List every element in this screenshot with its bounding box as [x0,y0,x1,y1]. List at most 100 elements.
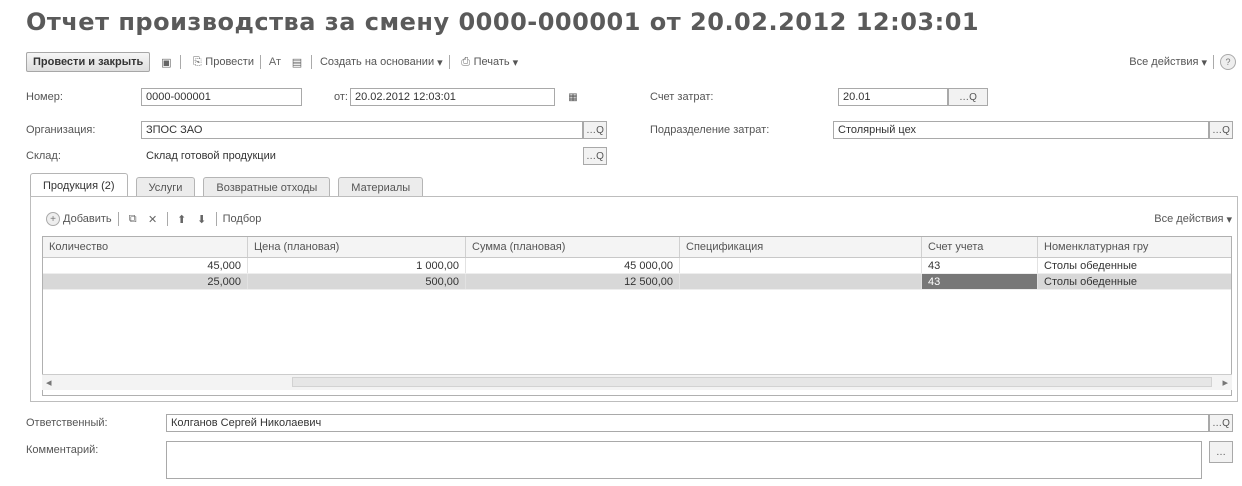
cell-price[interactable]: 1 000,00 [248,258,466,273]
page-title: Отчет производства за смену 0000-000001 … [26,8,980,36]
scroll-left-icon[interactable]: ◂ [46,376,52,389]
delete-icon[interactable]: ✕ [145,212,161,226]
column-header-quantity[interactable]: Количество [43,237,248,257]
dropdown-arrow-icon: ▾ [512,56,519,69]
add-label: Добавить [63,213,112,225]
print-label: Печать [473,56,510,68]
calendar-icon[interactable]: ▦ [562,88,584,106]
warehouse-select-button[interactable]: …Q [583,147,607,165]
cell-item-group[interactable]: Столы обеденные [1038,274,1231,289]
cost-account-label: Счет затрат: [650,91,714,103]
responsible-field[interactable]: Колганов Сергей Николаевич [166,414,1209,432]
cell-account[interactable]: 43 [922,258,1038,273]
organization-label: Организация: [26,124,96,136]
tab-materials[interactable]: Материалы [338,177,424,197]
add-button[interactable]: + Добавить [46,212,112,226]
cost-division-select-button[interactable]: …Q [1209,121,1233,139]
help-icon[interactable]: ? [1220,54,1236,70]
column-header-account[interactable]: Счет учета [922,237,1038,257]
responsible-select-button[interactable]: …Q [1209,414,1233,432]
column-header-sum[interactable]: Сумма (плановая) [466,237,680,257]
toolbar-separator [180,55,182,69]
toolbar-separator [117,212,119,226]
all-actions-label: Все действия [1129,56,1199,68]
copy-icon[interactable]: ⧉ [125,212,141,226]
ellipsis-icon: … [1216,446,1226,458]
cost-account-select-button[interactable]: …Q [948,88,988,106]
date-label: от: [334,91,348,103]
comment-field[interactable] [166,441,1202,479]
column-header-price[interactable]: Цена (плановая) [248,237,466,257]
toolbar-separator [1213,55,1214,69]
printer-icon: ⎙ [461,55,471,68]
movements-icon[interactable]: Ат [267,55,283,69]
cost-division-label: Подразделение затрат: [650,124,770,136]
save-icon[interactable]: ▣ [158,55,174,69]
move-down-icon[interactable]: ⬇ [194,212,210,226]
cell-specification[interactable] [680,274,922,289]
table-row[interactable]: 25,000 500,00 12 500,00 43 Столы обеденн… [43,274,1231,290]
tab-products[interactable]: Продукция (2) [30,173,128,197]
select-icon: …Q [1212,417,1230,429]
tab-strip: Продукция (2) Услуги Возвратные отходы М… [30,173,431,197]
command-bar: Провести и закрыть ▣ ⎘ Провести Ат ▤ Соз… [26,50,1236,74]
grid-all-actions-menu[interactable]: Все действия ▾ [1154,213,1232,226]
move-up-icon[interactable]: ⬆ [174,212,190,226]
toolbar-separator [166,212,168,226]
dropdown-arrow-icon: ▾ [1201,56,1207,69]
grid-all-actions-label: Все действия [1154,213,1224,225]
cell-sum[interactable]: 12 500,00 [466,274,680,289]
comment-label: Комментарий: [26,444,99,456]
cell-specification[interactable] [680,258,922,273]
select-icon: …Q [586,150,604,162]
cell-account-selected[interactable]: 43 [922,274,1038,289]
create-based-on-menu[interactable]: Создать на основании ▾ [320,56,443,69]
horizontal-scrollbar[interactable]: ◂ ▸ [42,374,1232,390]
post-button[interactable]: ⎘ Провести [189,55,254,69]
organization-field[interactable]: ЗПОС ЗАО [141,121,583,139]
dropdown-arrow-icon: ▾ [1226,213,1232,226]
products-table: Количество Цена (плановая) Сумма (планов… [42,236,1232,396]
cost-account-field[interactable]: 20.01 [838,88,948,106]
all-actions-menu[interactable]: Все действия ▾ [1129,56,1207,69]
post-label: Провести [205,56,254,68]
selection-button[interactable]: Подбор [223,213,262,225]
cell-item-group[interactable]: Столы обеденные [1038,258,1231,273]
cell-quantity[interactable]: 25,000 [43,274,248,289]
print-menu[interactable]: ⎙ Печать ▾ [458,55,519,69]
cost-division-field[interactable]: Столярный цех [833,121,1209,139]
cell-price[interactable]: 500,00 [248,274,466,289]
post-icon: ⎘ [192,55,202,68]
grid-command-bar: + Добавить ⧉ ✕ ⬆ ⬇ Подбор Все действия ▾ [46,209,1232,229]
document-icon[interactable]: ▤ [289,55,305,69]
dropdown-arrow-icon: ▾ [437,56,443,69]
table-row[interactable]: 45,000 1 000,00 45 000,00 43 Столы обеде… [43,258,1231,274]
table-header: Количество Цена (плановая) Сумма (планов… [43,237,1231,258]
scrollbar-thumb[interactable] [292,377,1212,387]
tab-services[interactable]: Услуги [135,177,196,197]
responsible-label: Ответственный: [26,417,108,429]
comment-expand-button[interactable]: … [1209,441,1233,463]
toolbar-separator [448,55,450,69]
toolbar-separator [310,55,312,69]
warehouse-field[interactable]: Склад готовой продукции [141,147,583,165]
column-header-specification[interactable]: Спецификация [680,237,922,257]
cell-quantity[interactable]: 45,000 [43,258,248,273]
date-field[interactable]: 20.02.2012 12:03:01 [350,88,555,106]
number-label: Номер: [26,91,63,103]
organization-select-button[interactable]: …Q [583,121,607,139]
scroll-right-icon[interactable]: ▸ [1222,376,1228,389]
post-and-close-button[interactable]: Провести и закрыть [26,52,151,72]
toolbar-separator [259,55,261,69]
create-based-on-label: Создать на основании [319,56,435,68]
toolbar-separator [215,212,217,226]
column-header-item-group[interactable]: Номенклатурная гру [1038,237,1231,257]
tab-returnable-waste[interactable]: Возвратные отходы [203,177,331,197]
cell-sum[interactable]: 45 000,00 [466,258,680,273]
add-icon: + [46,212,60,226]
select-icon: …Q [1212,124,1230,136]
number-field[interactable]: 0000-000001 [141,88,302,106]
select-icon: …Q [586,124,604,136]
warehouse-label: Склад: [26,150,61,162]
select-icon: …Q [959,91,977,103]
